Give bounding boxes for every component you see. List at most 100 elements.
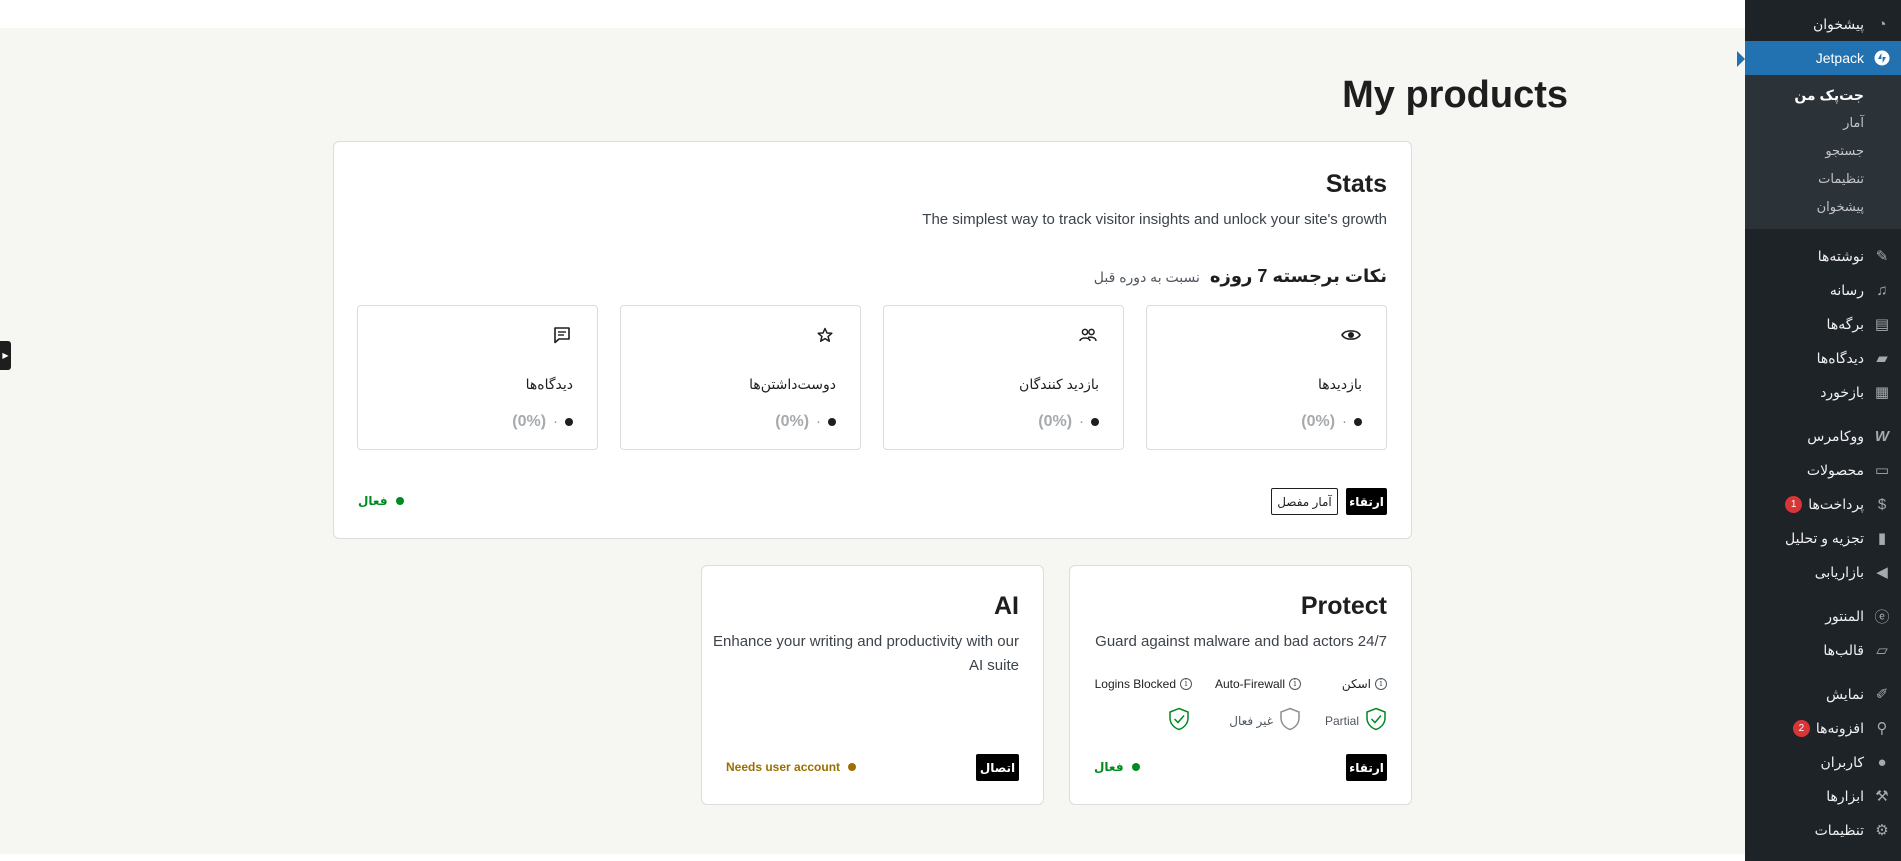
dashboard-icon: ◔	[1877, 15, 1887, 33]
scan-column-label: اسکن i	[1342, 677, 1387, 691]
sidebar-item-woocommerce[interactable]: W ووکامرس	[1745, 419, 1901, 453]
firewall-status: غیر فعال	[1229, 707, 1301, 734]
bar-chart-icon: ▮	[1877, 530, 1887, 547]
sidebar-item-tools[interactable]: ⚒ ابزارها	[1745, 779, 1901, 813]
stat-dot	[828, 418, 836, 426]
scan-label: اسکن	[1341, 677, 1371, 691]
eye-icon	[1340, 324, 1362, 346]
stats-upgrade-button[interactable]: ارتقاء	[1346, 488, 1387, 515]
firewall-value: غیر فعال	[1229, 713, 1273, 728]
submenu-my-jetpack[interactable]: جت‌پک من	[1745, 81, 1901, 109]
firewall-column-label: Auto-Firewall i	[1215, 677, 1301, 691]
elementor-icon: ⓔ	[1874, 608, 1890, 626]
sidebar-item-marketing[interactable]: ◀ بازاریابی	[1745, 555, 1901, 589]
page-title: My products	[1342, 74, 1568, 116]
submenu-settings[interactable]: تنظیمات	[1745, 165, 1901, 193]
sidebar-item-templates[interactable]: ▱ قالب‌ها	[1745, 633, 1901, 667]
info-icon[interactable]: i	[1375, 678, 1387, 690]
sidebar-item-label: تنظیمات	[1814, 821, 1864, 838]
stat-percent: (0%)	[775, 413, 810, 430]
highlights-title: نکات برجسته 7 روزه	[1209, 266, 1387, 286]
scan-status: Partial	[1325, 707, 1387, 734]
pin-icon: ✎	[1875, 248, 1889, 265]
info-icon[interactable]: i	[1289, 678, 1301, 690]
comment-icon: ▰	[1876, 350, 1888, 367]
stats-card: Stats The simplest way to track visitor …	[333, 141, 1412, 539]
sidebar-item-posts[interactable]: ✎ نوشته‌ها	[1745, 239, 1901, 273]
sidebar-item-label: افزونه‌ها	[1815, 719, 1864, 736]
feedback-icon: ▦	[1874, 384, 1890, 401]
sidebar-item-payments[interactable]: $ پرداخت‌ها 1	[1745, 487, 1901, 521]
ai-status: Needs user account	[726, 760, 857, 774]
sidebar-item-analytics[interactable]: ▮ تجزیه و تحلیل	[1745, 521, 1901, 555]
status-text: فعال	[1094, 760, 1124, 774]
sidebar-item-elementor[interactable]: ⓔ المنتور	[1745, 599, 1901, 633]
protect-upgrade-button[interactable]: ارتقاء	[1346, 754, 1387, 781]
stat-dot	[1354, 418, 1362, 426]
archive-icon: ▭	[1874, 462, 1890, 479]
sidebar-item-plugins[interactable]: ⚲ افزونه‌ها 2	[1745, 711, 1901, 745]
sidebar-item-jetpack[interactable]: Jetpack	[1745, 41, 1901, 75]
sidebar-item-label: ابزارها	[1826, 787, 1864, 804]
notification-badge: 1	[1785, 495, 1803, 513]
media-icon: ♫	[1876, 281, 1888, 299]
stat-box-visitors: بازدید کنندگان ۰ (0%)	[883, 305, 1124, 450]
stat-value: ۰ (0%)	[512, 413, 573, 431]
stats-title: Stats	[1325, 170, 1387, 198]
submenu-search[interactable]: جستجو	[1745, 137, 1901, 165]
sidebar-item-label: قالب‌ها	[1823, 641, 1864, 658]
sidebar-item-label: ووکامرس	[1807, 427, 1864, 444]
protect-title: Protect	[1300, 592, 1387, 620]
stat-box-likes: دوست‌داشتن‌ها ۰ (0%)	[620, 305, 861, 450]
collapse-panel-button[interactable]: ▶	[0, 341, 11, 370]
stat-label: دوست‌داشتن‌ها	[749, 376, 836, 392]
highlights-heading: نکات برجسته 7 روزه نسبت به دوره قبل	[1094, 266, 1387, 287]
sidebar-item-media[interactable]: ♫ رسانه	[1745, 273, 1901, 307]
status-dot	[1131, 763, 1140, 771]
status-text: Needs user account	[726, 760, 841, 774]
comment-icon	[551, 324, 573, 346]
sidebar-item-pages[interactable]: ▤ برگه‌ها	[1745, 307, 1901, 341]
sidebar-item-label: دیدگاه‌ها	[1816, 349, 1864, 366]
sidebar-item-settings[interactable]: ⚙ تنظیمات	[1745, 813, 1901, 847]
firewall-label: Auto-Firewall	[1214, 677, 1285, 691]
stat-label: بازدید کنندگان	[1019, 376, 1099, 392]
ai-connect-button[interactable]: اتصال	[976, 754, 1019, 781]
sidebar-item-label: پرداخت‌ها	[1808, 495, 1864, 512]
folder-icon: ▱	[1876, 642, 1888, 659]
stat-number: ۰	[815, 414, 822, 429]
submenu-stats[interactable]: آمار	[1745, 109, 1901, 137]
detailed-stats-button[interactable]: آمار مفصل	[1271, 488, 1338, 515]
stat-value: ۰ (0%)	[1038, 413, 1099, 431]
protect-status: فعال	[1094, 760, 1140, 774]
ai-title: AI	[994, 592, 1019, 620]
sidebar-item-label: نوشته‌ها	[1817, 247, 1864, 264]
sidebar-item-label: محصولات	[1806, 461, 1864, 478]
jetpack-icon	[1872, 48, 1892, 68]
admin-sidebar: ◔ پیشخوان Jetpack جت‌پک من آمار جستجو تن…	[1745, 0, 1901, 861]
stat-number: ۰	[1341, 414, 1348, 429]
sidebar-item-feedback[interactable]: ▦ بازخورد	[1745, 375, 1901, 409]
stats-description: The simplest way to track visitor insigh…	[922, 211, 1387, 228]
scan-value: Partial	[1324, 713, 1359, 728]
sidebar-item-label: نمایش	[1825, 685, 1864, 702]
sidebar-item-products[interactable]: ▭ محصولات	[1745, 453, 1901, 487]
sidebar-item-appearance[interactable]: ✐ نمایش	[1745, 677, 1901, 711]
brush-icon: ✐	[1875, 686, 1889, 703]
sidebar-item-users[interactable]: ● کاربران	[1745, 745, 1901, 779]
people-icon	[1077, 324, 1099, 346]
wrench-icon: ⚒	[1875, 788, 1889, 805]
stat-label: بازدیدها	[1317, 376, 1362, 392]
stat-number: ۰	[552, 414, 559, 429]
ai-description-line2: AI suite	[968, 657, 1019, 674]
sidebar-item-comments[interactable]: ▰ دیدگاه‌ها	[1745, 341, 1901, 375]
submenu-dashboard[interactable]: پیشخوان	[1745, 193, 1901, 221]
stat-box-views: بازدیدها ۰ (0%)	[1146, 305, 1387, 450]
shield-check-icon	[1365, 707, 1387, 734]
status-text: فعال	[358, 494, 388, 508]
logins-column-label: Logins Blocked i	[1095, 677, 1192, 691]
info-icon[interactable]: i	[1180, 678, 1192, 690]
sidebar-item-dashboard[interactable]: ◔ پیشخوان	[1745, 7, 1901, 41]
status-dot	[848, 763, 857, 771]
stat-dot	[565, 418, 573, 426]
